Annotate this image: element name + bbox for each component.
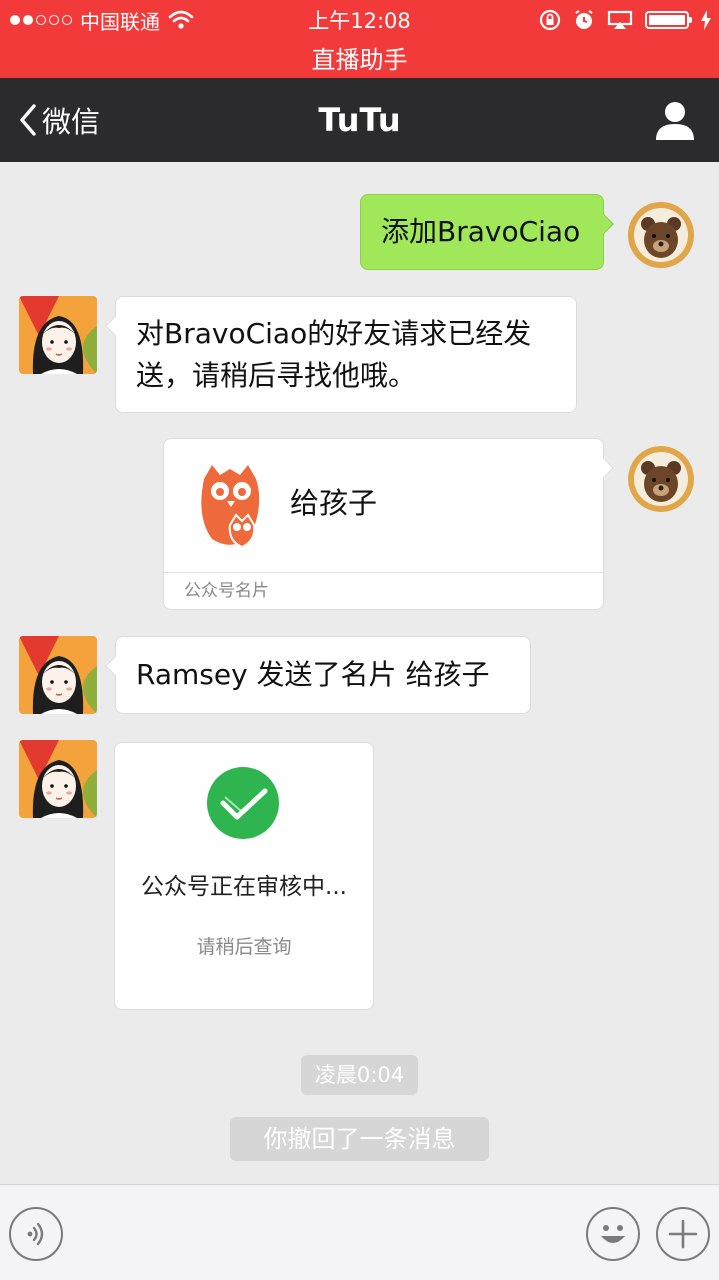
message-text: 添加BravoCiao xyxy=(381,215,581,248)
back-button[interactable]: 微信 xyxy=(18,78,100,162)
bear-avatar-icon xyxy=(628,446,694,512)
status-icons xyxy=(539,7,711,33)
card-divider xyxy=(164,572,603,573)
contact-avatar[interactable] xyxy=(19,740,97,818)
plus-icon xyxy=(668,1219,698,1249)
back-label: 微信 xyxy=(42,105,101,139)
contact-card-type: 公众号名片 xyxy=(184,581,269,601)
review-status-subtitle: 请稍后查询 xyxy=(196,936,292,958)
owl-logo-icon xyxy=(201,465,260,549)
more-button[interactable] xyxy=(656,1207,710,1261)
image-message-bubble[interactable]: 公众号正在审核中... 请稍后查询 xyxy=(114,742,374,1010)
message-text-line: 对BravoCiao的好友请求已经发 xyxy=(136,317,532,350)
my-avatar[interactable] xyxy=(628,446,694,512)
emoji-button[interactable] xyxy=(586,1207,640,1261)
rotation-lock-icon xyxy=(539,9,561,31)
review-status-title: 公众号正在审核中... xyxy=(141,874,347,900)
girl-avatar-icon xyxy=(19,296,97,374)
contact-avatar[interactable] xyxy=(19,636,97,714)
emoji-icon xyxy=(601,1225,625,1243)
airplay-icon xyxy=(607,10,633,29)
status-bar: 中国联通 上午12:08 直播助手 xyxy=(0,0,719,78)
alarm-icon xyxy=(575,10,593,29)
message-text-line: 送，请稍后寻找他哦。 xyxy=(136,359,417,392)
my-avatar[interactable] xyxy=(628,202,694,268)
message-bubble-received[interactable]: 对BravoCiao的好友请求已经发 送，请稍后寻找他哦。 xyxy=(105,296,577,413)
timestamp-label: 凌晨0:04 xyxy=(301,1055,418,1095)
voice-button[interactable] xyxy=(9,1207,63,1261)
contact-avatar[interactable] xyxy=(19,296,97,374)
recall-notice: 你撤回了一条消息 xyxy=(230,1117,489,1161)
charging-icon xyxy=(701,10,711,30)
live-assistant-banner[interactable]: 直播助手 xyxy=(0,40,719,75)
chat-title: TuTu xyxy=(318,101,401,139)
bear-avatar-icon xyxy=(628,202,694,268)
battery-icon xyxy=(645,11,692,29)
girl-avatar-icon xyxy=(19,636,97,714)
voice-icon xyxy=(27,1222,44,1246)
contact-card-bubble[interactable]: 给孩子 公众号名片 xyxy=(163,438,614,610)
girl-avatar-icon xyxy=(19,740,97,818)
contact-card-name: 给孩子 xyxy=(290,486,378,520)
person-icon[interactable] xyxy=(653,98,697,142)
message-text: Ramsey 发送了名片 给孩子 xyxy=(136,658,490,691)
chat-area[interactable]: 添加BravoCiao 对BravoCiao的好友请求已经发 送，请稍后寻找他哦… xyxy=(0,162,719,1184)
chat-header: 微信 TuTu xyxy=(0,78,719,162)
check-circle-icon xyxy=(207,767,279,839)
message-bubble-sent[interactable]: 添加BravoCiao xyxy=(360,194,614,270)
message-bubble-received[interactable]: Ramsey 发送了名片 给孩子 xyxy=(105,636,531,714)
input-bar xyxy=(0,1184,719,1280)
chevron-left-icon xyxy=(20,104,36,136)
